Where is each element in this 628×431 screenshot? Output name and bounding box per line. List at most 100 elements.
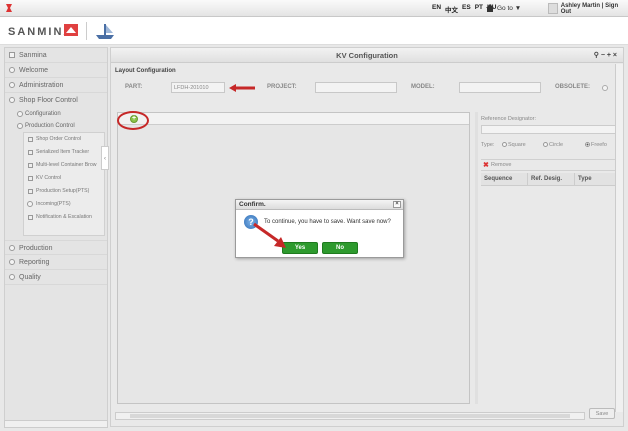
header-divider	[86, 22, 87, 40]
obsolete-radio[interactable]	[602, 85, 608, 91]
main-horizontal-scrollbar[interactable]	[115, 412, 585, 420]
page-icon	[28, 137, 33, 142]
sidebar-item-quality[interactable]: Quality	[5, 270, 107, 285]
lang-en[interactable]: EN	[432, 4, 441, 14]
app-logo-icon	[6, 4, 12, 12]
leaf-label: Shop Order Control	[36, 136, 81, 142]
reference-panel: Reference Designator: Type: Square Circl…	[481, 112, 621, 404]
user-label[interactable]: Ashley Martin | Sign Out	[561, 3, 628, 15]
sidebar-item-label: Welcome	[19, 67, 49, 74]
leaf-label: Serialized Item Tracker	[36, 149, 90, 155]
circle-icon	[9, 274, 15, 280]
sidebar-item-label: Reporting	[19, 259, 50, 266]
lang-es[interactable]: ES	[462, 4, 471, 14]
goto-menu[interactable]: Go to ▼	[486, 4, 521, 12]
circle-icon	[9, 259, 15, 265]
window-controls[interactable]: ⚲ − + ×	[594, 48, 617, 63]
sidebar-item-configuration[interactable]: Configuration	[5, 108, 107, 120]
highlight-annotation	[117, 111, 149, 130]
dialog-title-bar: Confirm. ×	[236, 200, 403, 210]
close-icon[interactable]: ×	[393, 201, 401, 208]
sidebar-item-label: Administration	[19, 82, 64, 89]
radio-icon	[502, 142, 507, 148]
sidebar-item-label: Sanmina	[19, 52, 47, 59]
page-icon	[28, 189, 33, 194]
sidebar-leaf-serialized-item-tracker[interactable]: Serialized Item Tracker	[24, 146, 104, 159]
sidebar-item-label: Quality	[19, 274, 41, 281]
option-label: Circle	[549, 142, 564, 148]
sidebar-item-sanmina[interactable]: Sanmina	[5, 48, 107, 63]
arrow-annotation-icon	[253, 222, 286, 248]
sidebar-leaf-multi-level-container[interactable]: Multi-level Container Brow	[24, 159, 104, 172]
col-sequence[interactable]: Sequence	[481, 173, 528, 185]
sidebar-collapse-handle[interactable]: ‹	[101, 146, 109, 170]
obsolete-label: OBSOLETE:	[555, 84, 591, 90]
model-field[interactable]	[459, 82, 541, 93]
sidebar-item-welcome[interactable]: Welcome	[5, 63, 107, 78]
circle-icon	[17, 123, 23, 129]
ref-designator-input[interactable]	[481, 125, 619, 134]
dialog-title: Confirm.	[239, 201, 266, 208]
main-vertical-scrollbar[interactable]	[615, 64, 623, 412]
page-icon	[28, 163, 33, 168]
circle-icon	[9, 82, 15, 88]
grid-icon	[9, 52, 15, 58]
save-button[interactable]: Save	[589, 408, 615, 419]
splitter[interactable]	[475, 112, 478, 404]
circle-icon	[9, 97, 15, 103]
col-ref-desig[interactable]: Ref. Desig.	[528, 173, 575, 185]
sidebar-item-label: Shop Floor Control	[19, 97, 78, 104]
model-label: MODEL:	[411, 84, 435, 90]
part-label: PART:	[125, 84, 143, 90]
sidebar-item-production-control[interactable]: Production Control	[5, 120, 107, 132]
leaf-label: Incoming(PTS)	[36, 201, 71, 207]
radio-selected-icon	[585, 142, 590, 148]
project-field[interactable]	[315, 82, 397, 93]
sidebar-leaf-notification-escalation[interactable]: Notification & Escalation	[24, 211, 104, 224]
page-icon	[28, 176, 33, 181]
home-icon	[486, 4, 494, 12]
reference-table-header: Sequence Ref. Desig. Type	[481, 173, 621, 186]
top-bar: EN 中文 ES PT HU Go to ▼ Ashley Martin | S…	[0, 0, 628, 17]
sidebar-item-reporting[interactable]: Reporting	[5, 255, 107, 270]
type-label: Type:	[481, 142, 495, 148]
sidebar-item-label: Configuration	[25, 111, 61, 117]
scroll-thumb[interactable]	[130, 414, 570, 418]
circle-icon	[17, 111, 23, 117]
page-icon	[28, 150, 33, 155]
leaf-label: Production Setup(PTS)	[36, 188, 90, 194]
section-label: Layout Configuration	[115, 68, 176, 74]
panel-title: KV Configuration	[336, 51, 398, 60]
radio-icon	[543, 142, 548, 148]
panel-title-bar: KV Configuration ⚲ − + ×	[111, 48, 623, 63]
brand-logo-icon	[64, 24, 78, 36]
goto-label: Go to ▼	[497, 4, 522, 12]
app-header: SANMINA	[0, 17, 628, 45]
layout-canvas[interactable]: +	[117, 112, 470, 404]
part-field[interactable]: LFDH-201010	[171, 82, 225, 93]
type-circle-option[interactable]: Circle	[543, 142, 563, 148]
type-freeform-option[interactable]: Freefo	[585, 142, 607, 148]
avatar	[548, 3, 558, 14]
remove-button[interactable]: ✖ Remove	[481, 159, 621, 171]
ref-designator-label: Reference Designator:	[481, 116, 537, 122]
remove-icon: ✖	[483, 162, 489, 169]
sidebar-item-administration[interactable]: Administration	[5, 78, 107, 93]
sidebar-item-label: Production Control	[25, 123, 75, 129]
sidebar-scrollbar[interactable]	[4, 420, 108, 428]
sidebar-leaf-shop-order-control[interactable]: Shop Order Control	[24, 133, 104, 146]
sidebar-item-production[interactable]: Production	[5, 240, 107, 255]
sidebar: Sanmina Welcome Administration Shop Floo…	[4, 47, 108, 427]
sidebar-item-label: Production	[19, 245, 53, 252]
lang-zh[interactable]: 中文	[445, 4, 458, 14]
sidebar-leaf-kv-control[interactable]: KV Control	[24, 172, 104, 185]
sidebar-leaf-incoming[interactable]: Incoming(PTS)	[24, 198, 104, 211]
user-box: Ashley Martin | Sign Out	[548, 2, 628, 15]
remove-label: Remove	[491, 162, 512, 168]
lang-pt[interactable]: PT	[475, 4, 483, 14]
no-button[interactable]: No	[322, 242, 358, 254]
option-label: Square	[508, 142, 526, 148]
type-square-option[interactable]: Square	[502, 142, 526, 148]
sidebar-leaf-production-setup[interactable]: Production Setup(PTS)	[24, 185, 104, 198]
sidebar-item-shop-floor-control[interactable]: Shop Floor Control	[5, 93, 107, 108]
